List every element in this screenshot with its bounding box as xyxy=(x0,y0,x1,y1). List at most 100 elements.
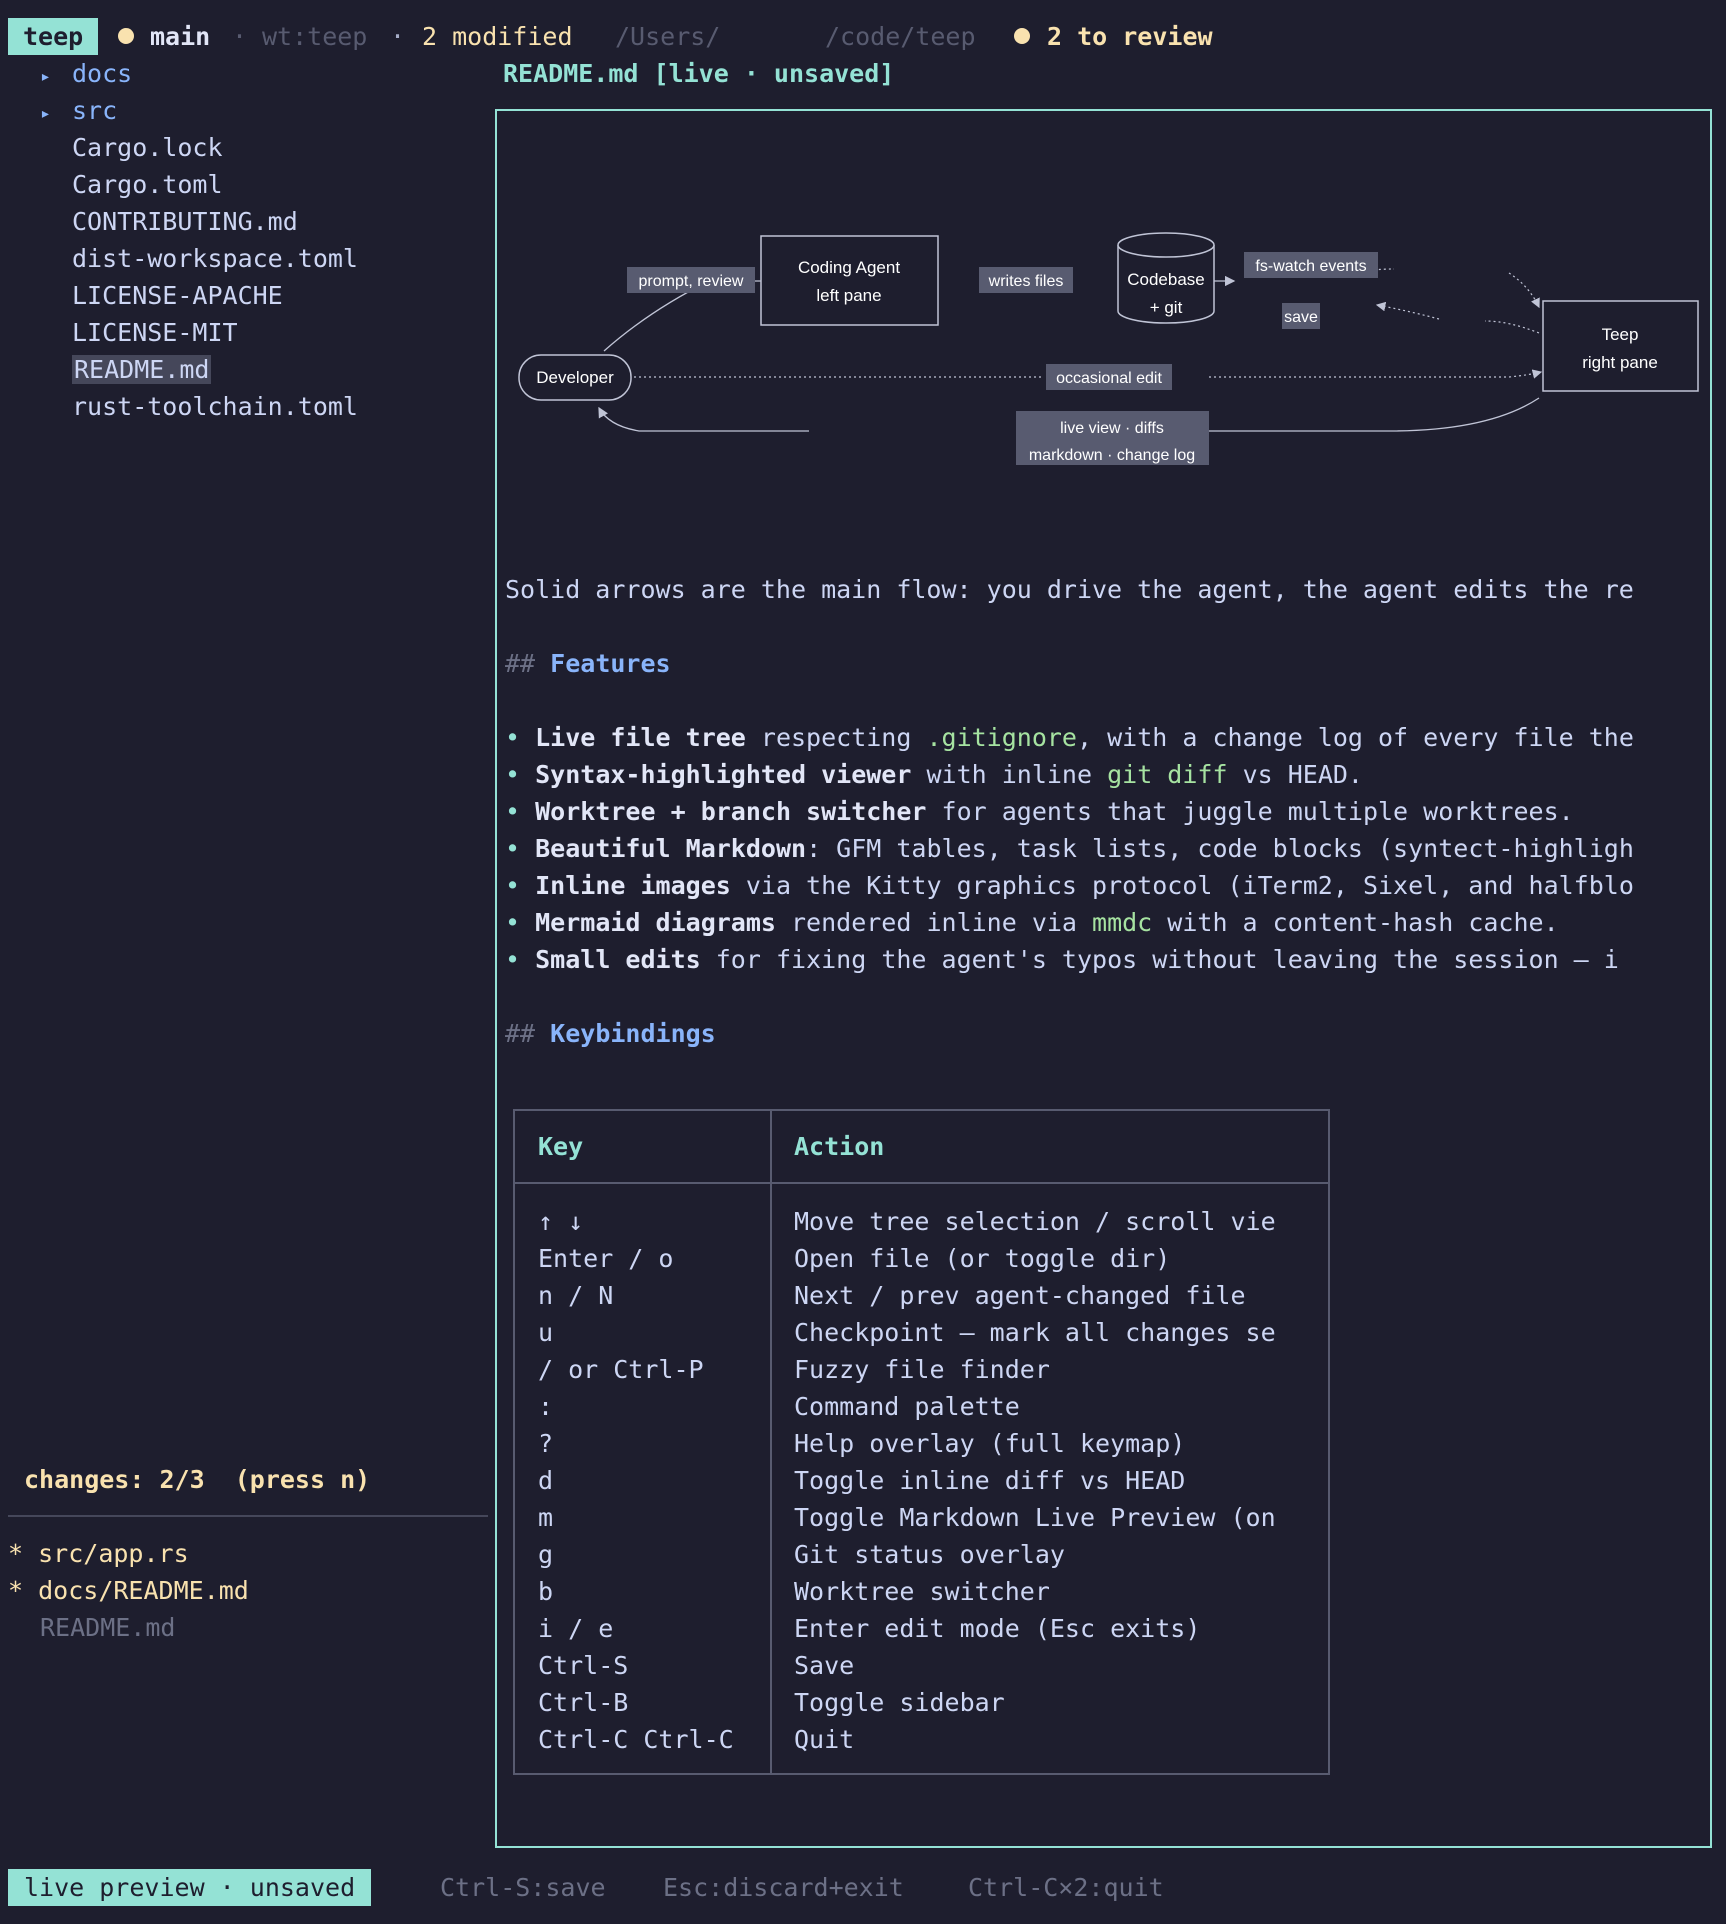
teep-sub: right pane xyxy=(1582,353,1658,372)
feature-item: • Worktree + branch switcher for agents … xyxy=(505,797,1574,826)
bullet-icon: • xyxy=(505,871,521,900)
tree-item-label: Cargo.lock xyxy=(72,133,223,162)
path-prefix: /Users/ xyxy=(615,22,721,51)
agent-title: Coding Agent xyxy=(798,258,900,277)
heading-marker: ## xyxy=(505,1019,536,1048)
modified-marker: * xyxy=(8,1539,24,1568)
table-row: Ctrl-B Toggle sidebar xyxy=(538,1688,1005,1717)
bullet-icon: • xyxy=(505,760,521,789)
tree-item-label: docs xyxy=(72,59,133,88)
teep-title: Teep xyxy=(1602,325,1639,344)
tree-item-label: dist-workspace.toml xyxy=(72,244,358,273)
change-item-label: README.md xyxy=(40,1613,176,1642)
feature-item: • Syntax-highlighted viewer with inline … xyxy=(505,760,1363,789)
save-edge-label: save xyxy=(1284,309,1318,326)
tree-item-label: src xyxy=(72,96,118,125)
review-count[interactable]: 2 to review xyxy=(1047,18,1213,55)
review-dot-icon xyxy=(1014,18,1030,55)
bullet-icon: • xyxy=(505,834,521,863)
feature-item: • Small edits for fixing the agent's typ… xyxy=(505,945,1619,974)
tree-item-label: Cargo.toml xyxy=(72,170,223,199)
table-row: Ctrl-C Ctrl-C Quit xyxy=(538,1725,855,1754)
tree-item-label: LICENSE-APACHE xyxy=(72,281,283,310)
column-header-action: Action xyxy=(794,1132,885,1161)
table-row: d Toggle inline diff vs HEAD xyxy=(538,1466,1186,1495)
table-row: ↑ ↓ Move tree selection / scroll vie xyxy=(538,1207,1276,1236)
table-row: / or Ctrl-P Fuzzy file finder xyxy=(538,1355,1050,1384)
separator: · xyxy=(390,22,406,51)
tree-dir-docs[interactable]: ▸ docs xyxy=(40,55,132,92)
live-edge-label-1: live view · diffs xyxy=(1060,420,1164,437)
codebase-title: Codebase xyxy=(1127,270,1205,289)
edit-edge-label: occasional edit xyxy=(1056,370,1162,387)
features-heading: ## Features xyxy=(505,645,1705,682)
save-hint: Ctrl-S:save xyxy=(440,1873,606,1902)
column-header-key: Key xyxy=(538,1132,584,1161)
app-name-badge: teep xyxy=(8,18,99,55)
change-item[interactable]: README.md xyxy=(8,1609,175,1646)
branch-dot-icon xyxy=(118,18,134,55)
tree-item-label: rust-toolchain.toml xyxy=(72,392,358,421)
bullet-icon: • xyxy=(505,945,521,974)
tree-file-selected[interactable]: README.md xyxy=(40,351,212,388)
codebase-sub: + git xyxy=(1150,298,1183,317)
quit-hint: Ctrl-C×2:quit xyxy=(968,1873,1164,1902)
chevron-right-icon: ▸ xyxy=(40,66,51,87)
table-row: i / e Enter edit mode (Esc exits) xyxy=(538,1614,1201,1643)
branch-name[interactable]: main xyxy=(150,18,210,55)
teep-node xyxy=(1542,300,1699,392)
chevron-right-icon: ▸ xyxy=(40,103,51,124)
header-divider xyxy=(515,1182,1328,1184)
tree-item-label: CONTRIBUTING.md xyxy=(72,207,298,236)
developer-label: Developer xyxy=(536,368,614,387)
table-row: n / N Next / prev agent-changed file xyxy=(538,1281,1246,1310)
table-row: Enter / o Open file (or toggle dir) xyxy=(538,1244,1171,1273)
tree-file[interactable]: LICENSE-MIT xyxy=(40,314,238,351)
top-status-bar: teep main · wt:teep · 2 modified /Users/… xyxy=(0,18,1726,55)
mode-badge: live preview · unsaved xyxy=(8,1869,372,1906)
feature-item: • Inline images via the Kitty graphics p… xyxy=(505,871,1634,900)
heading-marker: ## xyxy=(505,649,536,678)
tree-file[interactable]: Cargo.toml xyxy=(40,166,223,203)
keybindings-table: Key Action ↑ ↓ Move tree selection / scro… xyxy=(513,1109,1330,1775)
feature-item: • Beautiful Markdown: GFM tables, task l… xyxy=(505,834,1634,863)
table-row: ? Help overlay (full keymap) xyxy=(538,1429,1186,1458)
writes-edge-label: writes files xyxy=(988,273,1064,290)
heading-text: Features xyxy=(550,649,671,678)
tree-item-label: LICENSE-MIT xyxy=(72,318,238,347)
separator: · xyxy=(232,22,248,51)
prompt-edge-label: prompt, review xyxy=(639,273,744,290)
feature-item: • Mermaid diagrams rendered inline via m… xyxy=(505,908,1559,937)
changes-header: changes: 2/3 (press n) xyxy=(24,1465,371,1494)
intro-paragraph: Solid arrows are the main flow: you driv… xyxy=(505,575,1634,604)
file-title: README.md [live · unsaved] xyxy=(503,59,895,88)
mermaid-diagram: Developer prompt, review Coding Agent le… xyxy=(518,232,1699,465)
feature-item: • Live file tree respecting .gitignore, … xyxy=(505,723,1634,752)
tree-file[interactable]: CONTRIBUTING.md xyxy=(40,203,298,240)
path-suffix: /code/teep xyxy=(825,22,976,51)
bullet-icon: • xyxy=(505,908,521,937)
modified-count: 2 modified xyxy=(422,22,573,51)
coding-agent-node xyxy=(760,235,939,326)
change-item[interactable]: * src/app.rs xyxy=(8,1535,189,1572)
discard-hint: Esc:discard+exit xyxy=(663,1873,904,1902)
fswatch-edge-label: fs-watch events xyxy=(1255,258,1366,275)
tree-dir-src[interactable]: ▸ src xyxy=(40,92,117,129)
live-edge-label-2: markdown · change log xyxy=(1029,447,1195,464)
divider xyxy=(8,1515,488,1517)
table-row: Ctrl-S Save xyxy=(538,1651,855,1680)
agent-sub: left pane xyxy=(816,286,881,305)
table-row: b Worktree switcher xyxy=(538,1577,1050,1606)
keybindings-heading: ## Keybindings xyxy=(505,1015,1705,1052)
tree-item-label: README.md xyxy=(72,355,212,384)
tree-file[interactable]: dist-workspace.toml xyxy=(40,240,358,277)
change-item[interactable]: * docs/README.md xyxy=(8,1572,249,1609)
tree-file[interactable]: Cargo.lock xyxy=(40,129,223,166)
worktree-label[interactable]: wt:teep xyxy=(262,18,367,55)
table-row: m Toggle Markdown Live Preview (on xyxy=(538,1503,1276,1532)
change-item-label: src/app.rs xyxy=(38,1539,189,1568)
markdown-viewer[interactable]: Developer prompt, review Coding Agent le… xyxy=(495,109,1712,1848)
modified-marker: * xyxy=(8,1576,24,1605)
tree-file[interactable]: LICENSE-APACHE xyxy=(40,277,283,314)
tree-file[interactable]: rust-toolchain.toml xyxy=(40,388,358,425)
